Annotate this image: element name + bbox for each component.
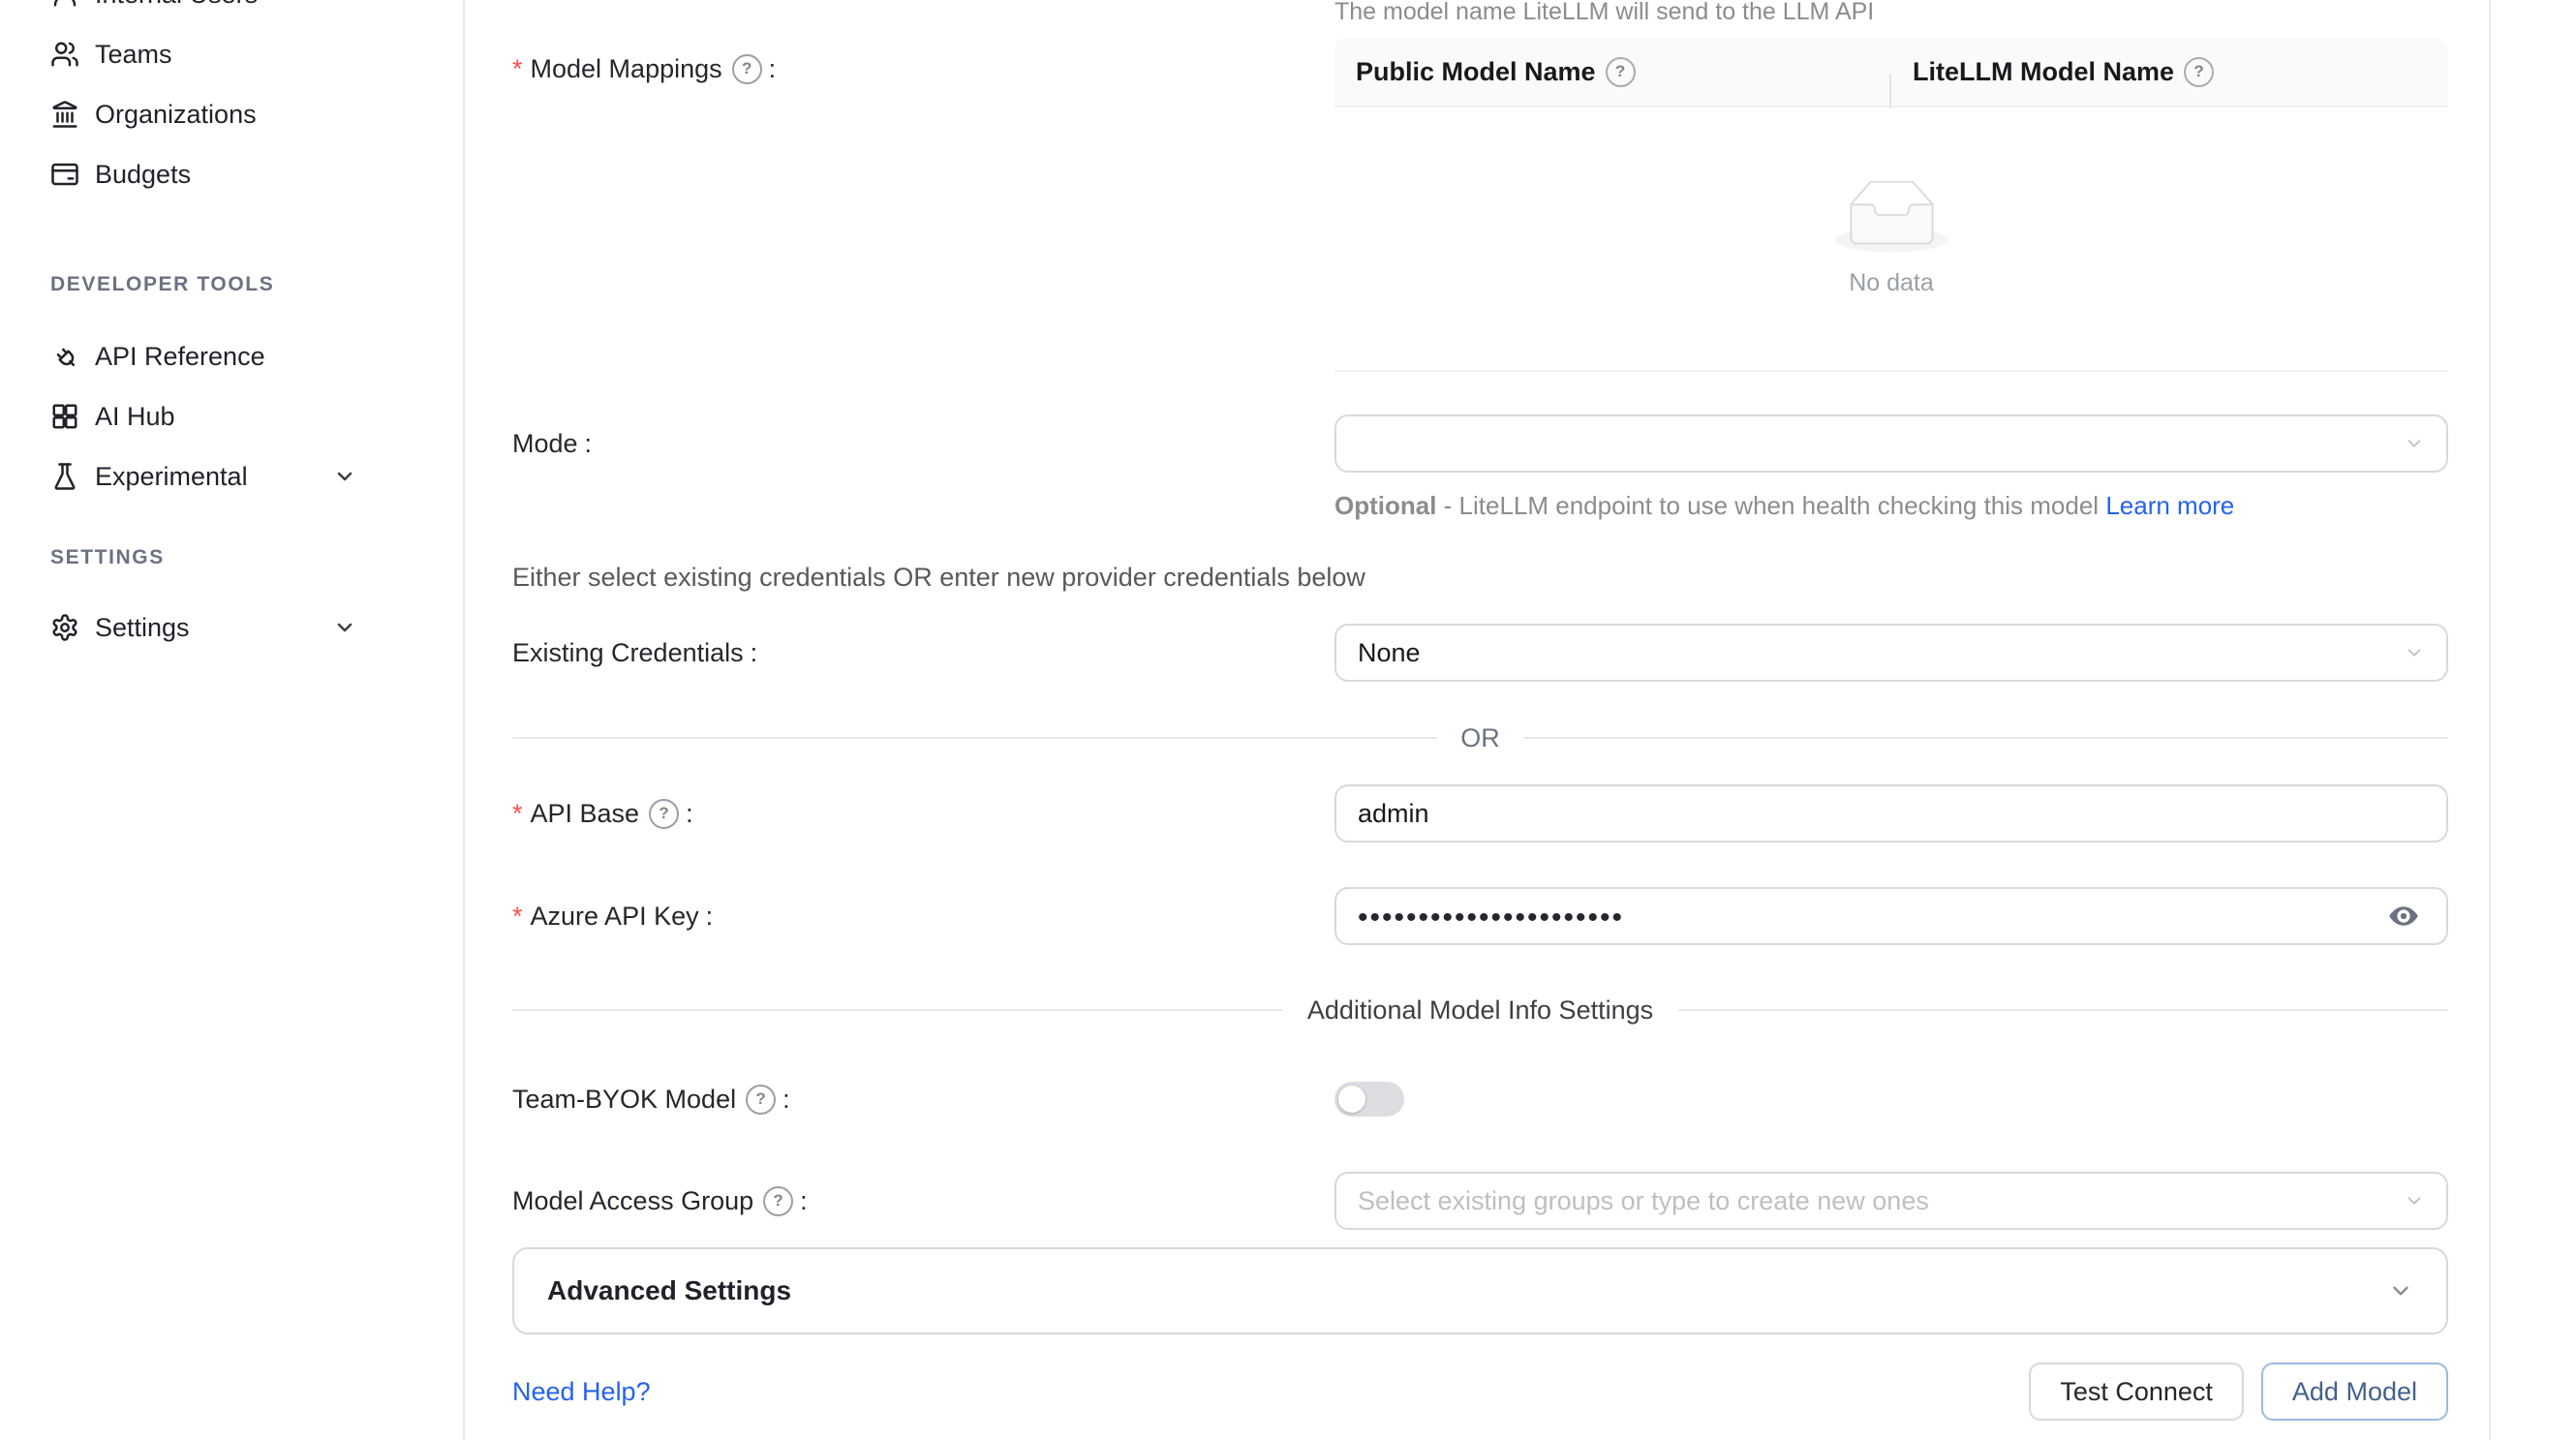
empty-inbox-icon [1835,181,1948,260]
flask-icon [50,462,79,491]
azure-api-key-row: * Azure API Key : •••••••••••••••••••••• [512,887,2448,945]
advanced-settings-title: Advanced Settings [547,1275,791,1306]
sidebar-item-organizations[interactable]: Organizations [0,84,463,144]
credentials-note: Either select existing credentials OR en… [512,558,2448,597]
sidebar-item-label: AI Hub [95,402,175,432]
or-divider: OR [512,719,2448,757]
gear-icon [50,613,79,642]
additional-settings-divider: Additional Model Info Settings [512,991,2448,1029]
mode-select[interactable] [1334,414,2448,473]
question-circle-icon[interactable]: ? [1606,57,1636,87]
sidebar-item-budgets[interactable]: Budgets [0,144,463,204]
sidebar-item-label: Settings [95,613,190,643]
model-access-group-row: Model Access Group ? : Select existing g… [512,1172,2448,1230]
sidebar-item-label: Organizations [95,100,257,130]
plug-icon [50,342,79,371]
question-circle-icon[interactable]: ? [649,799,679,829]
question-circle-icon[interactable]: ? [732,54,762,84]
sidebar-nav-list: Internal Users Teams Organizations Budge… [0,0,463,658]
no-data-text: No data [1849,269,1934,297]
users-icon [50,40,79,69]
chevron-down-icon [2404,416,2425,471]
sidebar-item-ai-hub[interactable]: AI Hub [0,386,463,446]
existing-credentials-select[interactable]: None [1334,624,2448,682]
api-base-row: * API Base ? : admin [512,784,2448,843]
question-circle-icon[interactable]: ? [763,1186,793,1216]
chevron-down-icon [2404,626,2425,680]
required-marker: * [512,799,523,829]
masked-password-value: •••••••••••••••••••••• [1358,904,1624,933]
landmark-icon [50,100,79,129]
eye-icon[interactable] [2382,889,2425,943]
mode-helper-text: Optional - LiteLLM endpoint to use when … [1334,486,2371,525]
sidebar-section-developer-tools: DEVELOPER TOOLS [0,271,463,298]
test-connect-button[interactable]: Test Connect [2029,1363,2244,1421]
chevron-down-icon [2388,1278,2413,1303]
table-empty-state: No data [1334,107,2448,372]
existing-credentials-label: Existing Credentials : [512,624,1334,682]
advanced-settings-panel[interactable]: Advanced Settings [512,1247,2448,1334]
model-access-group-label: Model Access Group ? : [512,1172,1334,1230]
sidebar-item-label: Internal Users [95,0,258,10]
team-byok-row: Team-BYOK Model ? : [512,1070,2448,1128]
sidebar-item-experimental[interactable]: Experimental [0,446,463,506]
model-mappings-row: * Model Mappings ? : Public Model Name ? [512,38,2448,372]
add-model-page: Internal Users Teams Organizations Budge… [0,0,2576,1440]
add-model-button[interactable]: Add Model [2261,1363,2448,1421]
team-byok-label: Team-BYOK Model ? : [512,1070,1334,1128]
form-actions: Need Help? Test Connect Add Model [512,1363,2448,1421]
user-icon [50,0,79,9]
sidebar-item-api-reference[interactable]: API Reference [0,326,463,386]
question-circle-icon[interactable]: ? [2184,57,2214,87]
azure-api-key-label: * Azure API Key : [512,887,1334,945]
chevron-down-icon [2404,1174,2425,1228]
api-base-label: * API Base ? : [512,784,1334,843]
sidebar-item-label: Experimental [95,462,248,492]
add-model-form: The model name LiteLLM will send to the … [465,0,2491,1440]
chevron-down-icon [333,465,356,488]
model-access-group-select[interactable]: Select existing groups or type to create… [1334,1172,2448,1230]
required-marker: * [512,54,523,84]
api-base-input[interactable]: admin [1334,784,2448,843]
sidebar-item-settings[interactable]: Settings [0,597,463,658]
sidebar-item-label: API Reference [95,342,265,372]
grid-icon [50,402,79,431]
credit-card-icon [50,160,79,189]
sidebar-item-teams[interactable]: Teams [0,24,463,84]
team-byok-toggle[interactable] [1334,1082,1404,1117]
sidebar-item-label: Budgets [95,160,191,190]
question-circle-icon[interactable]: ? [746,1085,776,1115]
required-marker: * [512,902,523,932]
sidebar-item-label: Teams [95,40,172,70]
column-header-public-model-name: Public Model Name ? [1334,57,1891,87]
sidebar: Internal Users Teams Organizations Budge… [0,0,465,1440]
existing-credentials-row: Existing Credentials : None [512,624,2448,682]
need-help-link[interactable]: Need Help? [512,1377,651,1407]
mode-label: Mode : [512,414,1334,473]
table-header-row: Public Model Name ? LiteLLM Model Name ? [1334,38,2448,107]
sidebar-section-settings: SETTINGS [0,544,463,571]
model-mappings-table: Public Model Name ? LiteLLM Model Name ? [1334,38,2448,372]
azure-api-key-input[interactable]: •••••••••••••••••••••• [1334,887,2448,945]
chevron-down-icon [333,616,356,639]
sidebar-item-internal-users[interactable]: Internal Users [0,0,463,24]
litellm-model-help-text: The model name LiteLLM will send to the … [1334,0,2448,25]
learn-more-link[interactable]: Learn more [2105,491,2234,520]
mode-row: Mode : [512,414,2448,473]
column-header-litellm-model-name: LiteLLM Model Name ? [1891,57,2448,87]
model-mappings-label: * Model Mappings ? : [512,38,1334,372]
